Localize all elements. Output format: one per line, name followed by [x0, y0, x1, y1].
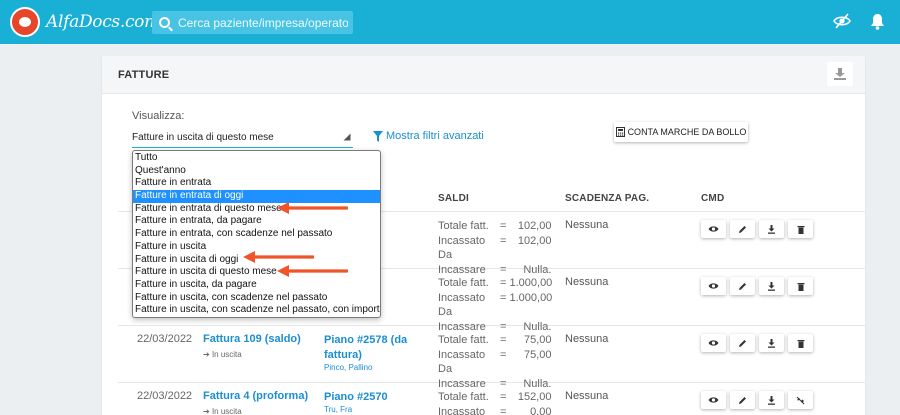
delete-button[interactable] — [788, 334, 813, 352]
pencil-icon — [739, 339, 746, 347]
due-date-value: Nessuna — [565, 276, 609, 288]
column-header-saldi: SALDI — [438, 193, 469, 204]
view-button[interactable] — [701, 391, 726, 409]
download-button[interactable] — [759, 334, 784, 352]
download-button[interactable] — [759, 277, 784, 295]
invoice-direction: ➔ In uscita — [203, 350, 242, 359]
app-logo[interactable]: AlfaDocs.com — [10, 7, 160, 37]
download-button[interactable] — [759, 391, 784, 409]
eye-slash-icon[interactable] — [833, 13, 851, 29]
view-select-value: Fatture in uscita di questo mese — [132, 132, 274, 143]
view-option[interactable]: Fatture in uscita, con scadenze nel pass… — [133, 304, 380, 317]
export-button[interactable] — [827, 62, 853, 86]
download-icon — [834, 68, 846, 80]
filter-icon — [373, 130, 383, 142]
table-row-balance: Totale fatt. = 102,00 Incassato = 102,00 D… — [438, 220, 552, 276]
unlink-icon — [796, 396, 805, 404]
advanced-filters-link[interactable]: Mostra filtri avanzati — [373, 130, 484, 142]
bell-icon[interactable] — [870, 13, 885, 30]
edit-button[interactable] — [730, 334, 755, 352]
annotation-arrow-icon — [277, 202, 348, 214]
view-option[interactable]: Fatture in entrata, con scadenze nel pas… — [133, 228, 380, 241]
invoice-direction: ➔ In uscita — [203, 407, 242, 415]
top-bar: AlfaDocs.com — [0, 0, 900, 44]
select-caret-icon — [343, 133, 351, 141]
search-input[interactable] — [178, 15, 348, 30]
due-date-value: Nessuna — [565, 333, 609, 345]
patient-link[interactable]: Pinco, Pallino — [324, 363, 424, 372]
table-row-balance: Totale fatt. = 152,00 Incassato = 0,00 — [438, 391, 552, 415]
column-header-cmd: CMD — [701, 193, 725, 204]
patient-link[interactable]: Tru, Fra — [324, 405, 424, 414]
eye-icon — [708, 340, 719, 346]
view-select[interactable]: Fatture in uscita di questo mese — [132, 128, 353, 148]
plan-cell: Piano #2570 Tru, Fra — [324, 390, 424, 414]
annotation-arrow-icon — [277, 265, 348, 277]
table-row-balance: Totale fatt. = 1.000,00 Incassato = 1.000,… — [438, 277, 553, 333]
due-date-value: Nessuna — [565, 219, 609, 231]
unlink-button[interactable] — [788, 391, 813, 409]
download-icon — [768, 281, 775, 291]
column-header-scadenza: SCADENZA PAG. — [565, 193, 650, 204]
eye-icon — [708, 397, 719, 403]
eye-icon — [708, 226, 719, 232]
advanced-filters-label: Mostra filtri avanzati — [386, 130, 484, 142]
view-option[interactable]: Tutto — [133, 152, 380, 165]
page-title: FATTURE — [118, 69, 170, 81]
edit-button[interactable] — [730, 277, 755, 295]
download-button[interactable] — [759, 220, 784, 238]
invoice-date: 22/03/2022 — [137, 333, 193, 345]
search-icon — [159, 17, 170, 28]
delete-button[interactable] — [788, 277, 813, 295]
delete-button[interactable] — [788, 220, 813, 238]
view-button[interactable] — [701, 277, 726, 295]
calculator-icon — [615, 127, 625, 137]
view-button[interactable] — [701, 334, 726, 352]
count-stamps-label: CONTA MARCHE DA BOLLO — [627, 127, 747, 137]
trash-icon — [797, 339, 804, 348]
edit-button[interactable] — [730, 391, 755, 409]
pencil-icon — [739, 225, 746, 233]
invoice-link[interactable]: Fattura 109 (saldo) — [203, 333, 301, 345]
view-option[interactable]: Quest'anno — [133, 165, 380, 178]
due-date-value: Nessuna — [565, 390, 609, 402]
download-icon — [768, 395, 775, 405]
download-icon — [768, 224, 775, 234]
view-option[interactable]: Fatture in uscita, con scadenze nel pass… — [133, 292, 380, 305]
table-row-balance: Totale fatt. = 75,00 Incassato = 75,00 Da … — [438, 334, 552, 390]
view-button[interactable] — [701, 220, 726, 238]
view-label: Visualizza: — [132, 110, 185, 122]
app-name: AlfaDocs.com — [46, 12, 160, 32]
invoice-link[interactable]: Fattura 4 (proforma) — [203, 390, 308, 402]
pencil-icon — [739, 282, 746, 290]
plan-link[interactable]: Piano #2570 — [324, 390, 424, 405]
plan-cell: Piano #2578 (da fattura) Pinco, Pallino — [324, 333, 424, 372]
view-option[interactable]: Fatture in entrata — [133, 177, 380, 190]
download-icon — [768, 338, 775, 348]
trash-icon — [797, 225, 804, 234]
eye-icon — [708, 283, 719, 289]
view-options-list[interactable]: Tutto Quest'anno Fatture in entrata Fatture… — [132, 150, 381, 318]
view-option[interactable]: Fatture in entrata, da pagare — [133, 215, 380, 228]
trash-icon — [797, 282, 804, 291]
card-header: FATTURE — [102, 56, 865, 94]
pencil-icon — [739, 396, 746, 404]
logo-mascot-icon — [10, 7, 40, 37]
invoice-date: 22/03/2022 — [137, 390, 193, 402]
plan-link[interactable]: Piano #2578 (da fattura) — [324, 333, 424, 363]
search-bar[interactable] — [152, 11, 353, 34]
edit-button[interactable] — [730, 220, 755, 238]
count-stamps-button[interactable]: CONTA MARCHE DA BOLLO — [614, 122, 748, 142]
view-option[interactable]: Fatture in uscita, da pagare — [133, 279, 380, 292]
annotation-arrow-icon — [243, 251, 314, 263]
